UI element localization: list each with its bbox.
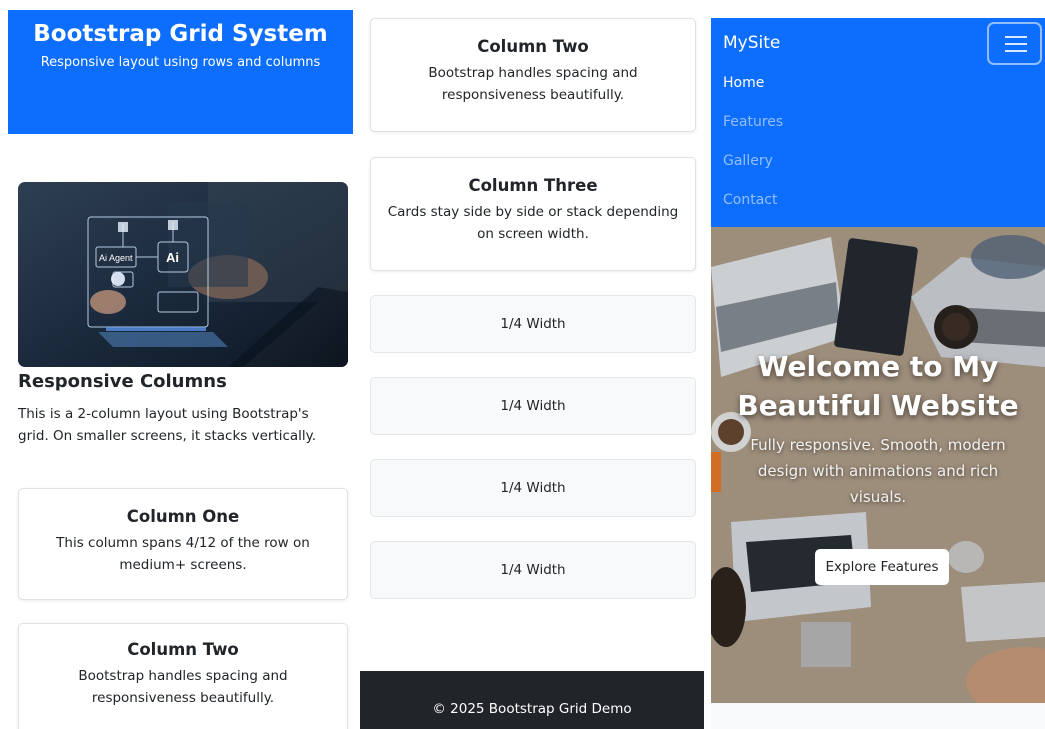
left-panel: Bootstrap Grid System Responsive layout … [8,0,353,729]
page-header: Bootstrap Grid System Responsive layout … [8,10,353,134]
right-panel: MySite Home Features Gallery Contact Wel… [711,0,1045,729]
nav-item-contact[interactable]: Contact [723,192,777,208]
quarter-width-box: 1/4 Width [370,459,696,517]
navbar: MySite Home Features Gallery Contact [711,18,1045,227]
page-bottom-strip [711,703,1045,729]
quarter-width-box: 1/4 Width [370,377,696,435]
hamburger-menu-icon[interactable] [987,22,1042,65]
card-column-two: Column Two Bootstrap handles spacing and… [370,18,696,132]
card-title: Column Two [127,640,239,659]
ai-agent-image: Ai Agent Ai [18,182,348,367]
card-text: This column spans 4/12 of the row on med… [56,535,310,573]
nav-item-features[interactable]: Features [723,114,783,130]
ai-agent-label: Ai Agent [99,253,133,263]
page-subtitle: Responsive layout using rows and columns [40,55,321,70]
hero-content: Welcome to My Beautiful Website Fully re… [711,227,1045,703]
card-column-three: Column Three Cards stay side by side or … [370,157,696,271]
page-title: Bootstrap Grid System [33,21,328,47]
middle-panel: Column Two Bootstrap handles spacing and… [360,0,704,729]
hero-section: Welcome to My Beautiful Website Fully re… [711,227,1045,703]
quarter-width-box: 1/4 Width [370,295,696,353]
section-description: This is a 2-column layout using Bootstra… [18,406,317,444]
navbar-brand[interactable]: MySite [723,33,780,53]
nav-item-home[interactable]: Home [723,75,764,91]
card-title: Column One [126,507,240,526]
explore-features-button[interactable]: Explore Features [815,549,949,585]
card-column-one: Column One This column spans 4/12 of the… [18,488,348,600]
card-title: Column Two [477,37,589,56]
hero-title: Welcome to My Beautiful Website [737,350,1019,422]
card-column-two: Column Two Bootstrap handles spacing and… [18,623,348,729]
page-footer: © 2025 Bootstrap Grid Demo [360,671,704,729]
card-text: Bootstrap handles spacing and responsive… [78,668,288,706]
section-title: Responsive Columns [18,371,227,392]
ai-label: Ai [166,250,179,265]
nav-item-gallery[interactable]: Gallery [723,153,773,169]
card-title: Column Three [468,176,598,195]
card-text: Cards stay side by side or stack dependi… [387,204,679,242]
hero-subtitle: Fully responsive. Smooth, modern design … [750,436,1006,506]
card-text: Bootstrap handles spacing and responsive… [428,65,638,103]
quarter-width-box: 1/4 Width [370,541,696,599]
